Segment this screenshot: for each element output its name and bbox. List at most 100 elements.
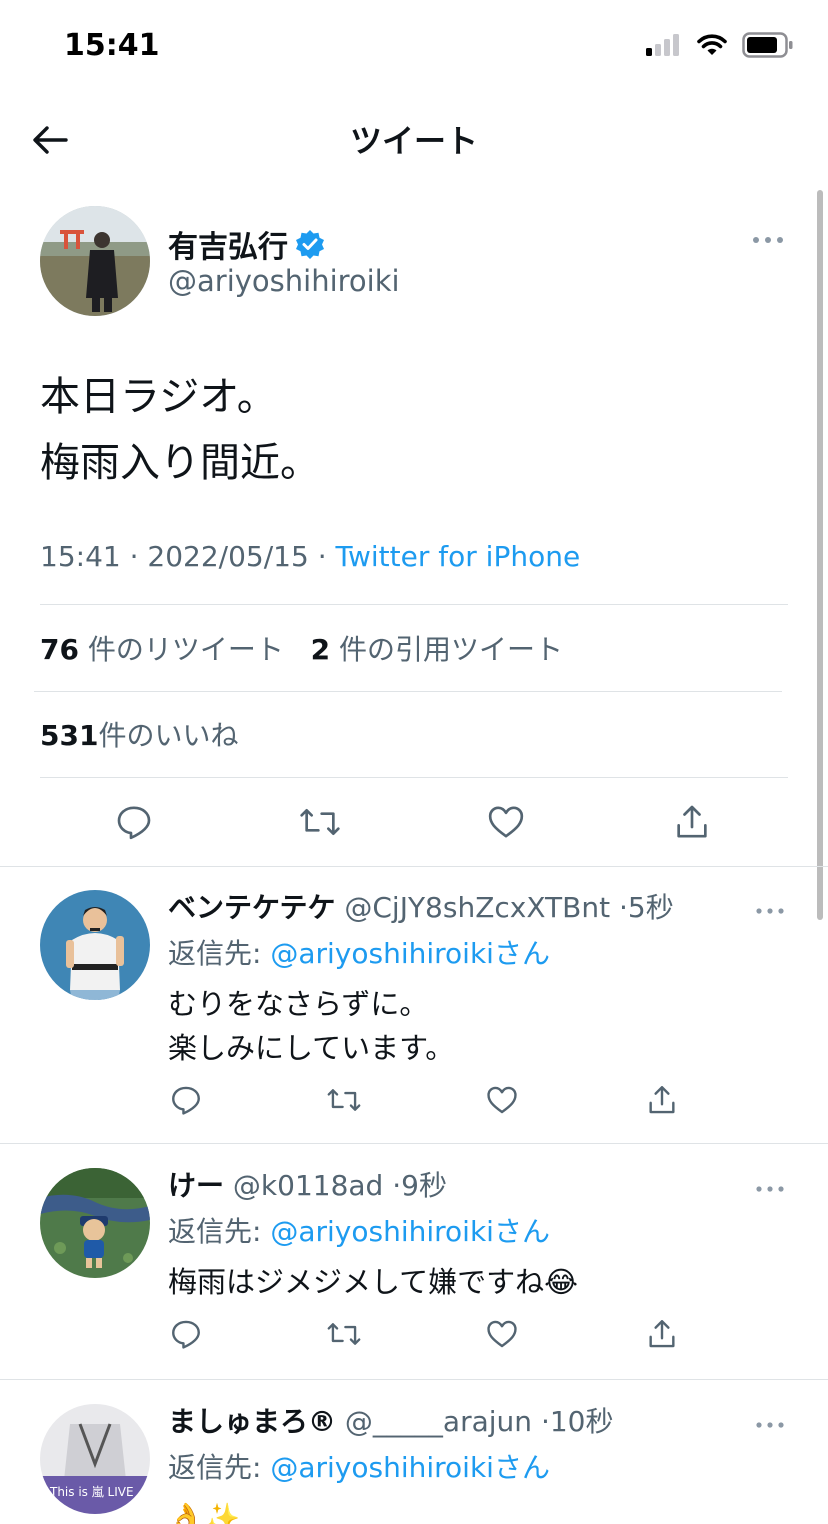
retweets-link[interactable]: 76 件のリツイート: [40, 633, 284, 666]
tweet-date[interactable]: 2022/05/15: [147, 540, 308, 573]
reply-header: ましゅまろ® @_____arajun ·10秒: [168, 1400, 613, 1440]
tweet-source-link[interactable]: Twitter for iPhone: [336, 540, 581, 573]
divider: [40, 604, 788, 605]
separator-dot: ·: [317, 540, 336, 573]
retweet-icon: [327, 1089, 361, 1111]
like-button[interactable]: [484, 1082, 520, 1118]
reply-button[interactable]: [168, 1082, 204, 1118]
replying-to-suffix: さん: [493, 937, 550, 970]
reply-tweet[interactable]: This is 嵐 LIVE ましゅまろ® @_____arajun ·10秒 …: [0, 1380, 828, 1524]
reply-actions: [168, 1316, 708, 1360]
mention-link[interactable]: @ariyoshihiroiki: [270, 1451, 494, 1484]
retweet-stats: 76 件のリツイート 2 件の引用ツイート: [40, 628, 563, 668]
share-button[interactable]: [644, 1316, 680, 1352]
retweet-icon: [300, 809, 340, 835]
reply-icon: [117, 806, 151, 840]
reply-author-handle[interactable]: @_____arajun: [345, 1405, 532, 1438]
reply-text: 梅雨はジメジメして嫌ですね😂: [168, 1260, 578, 1304]
status-time: 15:41: [64, 28, 160, 63]
reply-button[interactable]: [112, 800, 156, 844]
replying-to-suffix: さん: [493, 1215, 550, 1248]
separator-dot: ·: [129, 540, 148, 573]
reply-author-handle[interactable]: @k0118ad: [233, 1169, 383, 1202]
reply-icon: [172, 1086, 200, 1115]
avatar-illustration: [40, 890, 150, 1000]
share-button[interactable]: [670, 800, 714, 844]
reply-tweet[interactable]: ベンテケテケ @CjJY8shZcxXTBnt ·5秒 返信先: @ariyos…: [0, 866, 828, 1144]
retweet-button[interactable]: [326, 1082, 362, 1118]
reply-more-button[interactable]: [756, 1178, 784, 1197]
avatar-banner-text: This is 嵐 LIVE: [49, 1485, 134, 1499]
separator-dot: ·: [392, 1169, 402, 1202]
replying-to: 返信先: @ariyoshihiroikiさん: [168, 932, 550, 972]
author-handle[interactable]: @ariyoshihiroiki: [168, 264, 400, 298]
tweet-metadata: 15:41 · 2022/05/15 · Twitter for iPhone: [40, 540, 580, 573]
like-count: 531: [40, 719, 99, 752]
mention-link[interactable]: @ariyoshihiroiki: [270, 937, 494, 970]
author-name-text: 有吉弘行: [168, 230, 288, 265]
reply-avatar[interactable]: This is 嵐 LIVE: [40, 1404, 150, 1514]
tweet-text-line: 梅雨入り間近。: [40, 440, 320, 486]
quotes-link[interactable]: 2 件の引用ツイート: [311, 633, 563, 666]
reply-author-name[interactable]: けー: [168, 1169, 224, 1202]
retweet-button[interactable]: [298, 800, 342, 844]
verified-badge-icon: [296, 230, 324, 259]
reply-time[interactable]: 9秒: [401, 1169, 447, 1202]
reply-time[interactable]: 5秒: [628, 891, 674, 924]
more-options-button[interactable]: [752, 230, 784, 249]
more-horizontal-icon: [756, 908, 784, 914]
reply-more-button[interactable]: [756, 1414, 784, 1433]
reply-text-line: 楽しみにしています。: [168, 1031, 455, 1065]
author-name[interactable]: 有吉弘行: [168, 222, 326, 266]
reply-header: ベンテケテケ @CjJY8shZcxXTBnt ·5秒: [168, 886, 674, 926]
replying-to-prefix: 返信先:: [168, 1451, 271, 1484]
reply-icon: [172, 1320, 200, 1349]
like-button[interactable]: [484, 1316, 520, 1352]
heart-icon: [487, 1320, 517, 1348]
reply-text-line: むりをなさらずに。: [168, 987, 429, 1021]
reply-tweet[interactable]: けー @k0118ad ·9秒 返信先: @ariyoshihiroikiさん …: [0, 1144, 828, 1380]
share-icon: [677, 805, 707, 838]
heart-icon: [488, 806, 524, 838]
more-horizontal-icon: [756, 1422, 784, 1428]
reply-text: 👌✨: [168, 1496, 240, 1524]
avatar-illustration: This is 嵐 LIVE: [40, 1404, 150, 1514]
quote-label: 件の引用ツイート: [338, 633, 563, 666]
separator-dot: ·: [540, 1405, 550, 1438]
likes-link[interactable]: 531件のいいね: [40, 714, 238, 754]
reply-text-line: 梅雨はジメジメして嫌ですね😂: [168, 1265, 579, 1299]
tweet-actions: [0, 778, 828, 868]
mention-link[interactable]: @ariyoshihiroiki: [270, 1215, 494, 1248]
status-icons: [646, 32, 794, 58]
replying-to: 返信先: @ariyoshihiroikiさん: [168, 1210, 550, 1250]
reply-more-button[interactable]: [756, 900, 784, 919]
share-icon: [649, 1320, 675, 1348]
retweet-button[interactable]: [326, 1316, 362, 1352]
reply-time[interactable]: 10秒: [550, 1405, 614, 1438]
avatar-photo: [40, 206, 150, 316]
retweet-icon: [327, 1323, 361, 1345]
retweet-label: 件のリツイート: [87, 633, 284, 666]
replying-to-suffix: さん: [493, 1451, 550, 1484]
page-title: ツイート: [349, 122, 478, 160]
wifi-icon: [697, 34, 727, 55]
more-horizontal-icon: [756, 1186, 784, 1192]
replying-to-prefix: 返信先:: [168, 937, 271, 970]
reply-button[interactable]: [168, 1316, 204, 1352]
reply-author-handle[interactable]: @CjJY8shZcxXTBnt: [344, 891, 610, 924]
reply-author-name[interactable]: ベンテケテケ: [168, 891, 335, 924]
reply-author-name[interactable]: ましゅまろ®: [168, 1405, 336, 1438]
status-bar: 15:41: [0, 0, 828, 96]
reply-avatar[interactable]: [40, 1168, 150, 1278]
like-label: 件のいいね: [98, 719, 239, 752]
divider: [34, 691, 782, 692]
author-avatar[interactable]: [40, 206, 150, 316]
tweet-time[interactable]: 15:41: [40, 540, 121, 573]
reply-avatar[interactable]: [40, 890, 150, 1000]
battery-icon: [742, 32, 793, 58]
retweet-count: 76: [40, 633, 79, 666]
quote-count: 2: [310, 633, 331, 666]
share-button[interactable]: [644, 1082, 680, 1118]
like-button[interactable]: [484, 800, 528, 844]
more-horizontal-icon: [753, 237, 783, 243]
